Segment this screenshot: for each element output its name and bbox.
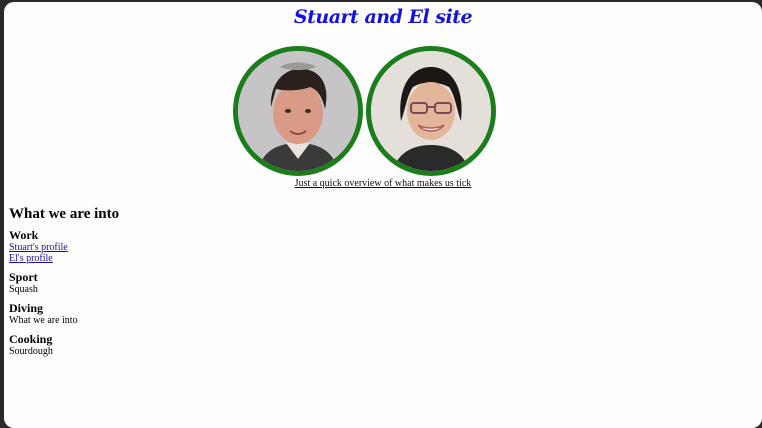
tagline: Just a quick overview of what makes us t… [294, 178, 472, 189]
section-heading: What we are into [9, 206, 120, 222]
interest-cooking: Cooking Sourdough [9, 332, 119, 358]
el-photo [366, 46, 496, 176]
interest-title: Cooking [9, 332, 53, 346]
interest-title: Work [9, 228, 39, 242]
el-profile-link[interactable]: El's profile [9, 253, 119, 264]
stuart-portrait-icon [238, 51, 358, 171]
el-portrait-icon [371, 51, 491, 171]
interest-title: Diving [9, 301, 44, 315]
stuart-photo [233, 46, 363, 176]
interest-title: Sport [9, 270, 38, 284]
interest-work: Work Stuart's profile El's profile [9, 228, 119, 265]
interest-diving: Diving What we are into [9, 301, 119, 327]
interest-sport: Sport Squash [9, 270, 119, 296]
interest-links: Stuart's profile El's profile [9, 242, 119, 264]
browser-page: Stuart and El site Just a quick overview… [4, 2, 762, 428]
interests-section: What we are into Work Stuart's profile E… [9, 206, 119, 364]
interest-text: Squash [9, 284, 38, 295]
site-title: Stuart and El site [293, 6, 473, 28]
stuart-profile-link[interactable]: Stuart's profile [9, 242, 119, 253]
photo-row [233, 46, 497, 176]
interest-text: Sourdough [9, 346, 53, 357]
interest-text: What we are into [9, 315, 78, 326]
